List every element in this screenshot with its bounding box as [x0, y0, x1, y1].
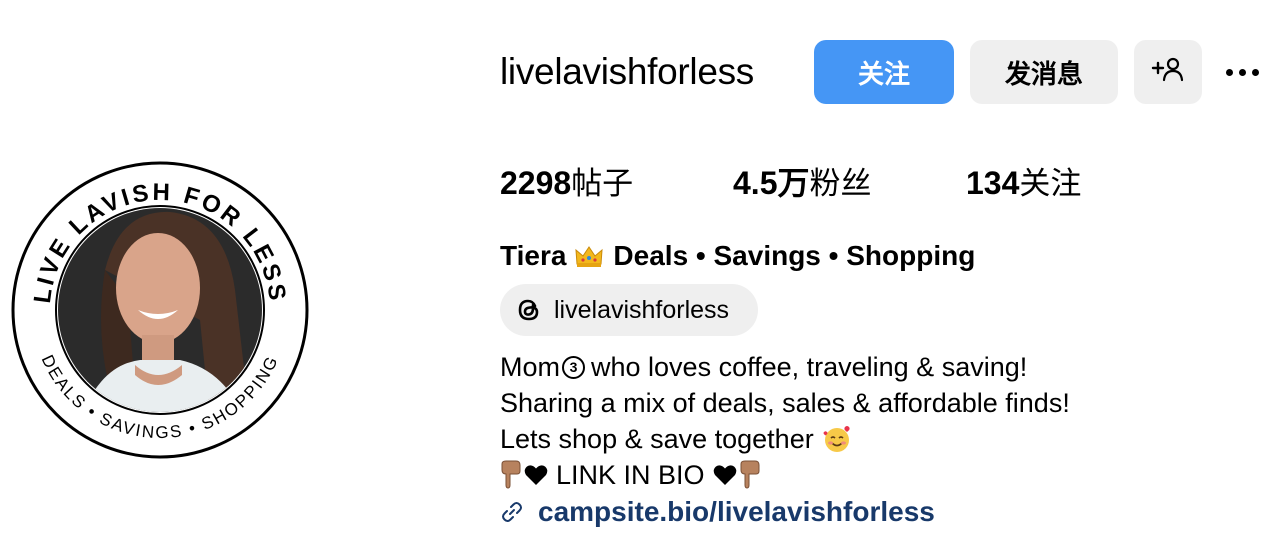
pointing-down-emoji-icon	[739, 460, 761, 490]
suggest-people-button[interactable]	[1134, 40, 1202, 104]
more-options-button[interactable]	[1226, 58, 1264, 86]
profile-page: LIVE LAVISH FOR LESS DEALS • SAVINGS • S…	[0, 0, 1264, 548]
bio-line-3: Lets shop & save together	[500, 421, 852, 457]
smiling-hearts-emoji-icon	[822, 424, 852, 454]
black-heart-icon	[524, 464, 548, 486]
threads-icon	[514, 295, 544, 325]
follow-button[interactable]: 关注	[814, 40, 954, 104]
stat-following[interactable]: 134 关注	[966, 158, 1081, 202]
more-dot	[1252, 68, 1259, 76]
stat-followers-value: 4.5万	[733, 165, 810, 201]
stat-following-value: 134	[966, 165, 1020, 201]
profile-full-name: Tiera Deals • Savings • Shopping	[500, 236, 975, 276]
person-add-icon	[1151, 56, 1185, 89]
profile-username: livelavishforless	[500, 51, 754, 92]
bio-line-4-text: LINK IN BIO	[556, 460, 705, 490]
pointing-down-emoji-icon	[500, 460, 522, 490]
stat-posts[interactable]: 2298 帖子	[500, 158, 633, 202]
crown-emoji-icon	[574, 244, 604, 268]
stat-following-label: 关注	[1019, 166, 1082, 201]
black-heart-icon	[713, 464, 737, 486]
bio-line-3-text: Lets shop & save together	[500, 424, 814, 454]
message-button[interactable]: 发消息	[970, 40, 1118, 104]
stat-posts-value: 2298	[500, 165, 572, 201]
stat-followers[interactable]: 4.5万 粉丝	[733, 158, 872, 202]
bio-line-2: Sharing a mix of deals, sales & affordab…	[500, 385, 1070, 421]
bio-line-4: LINK IN BIO	[500, 457, 761, 493]
external-link[interactable]: campsite.bio/livelavishforless	[500, 492, 935, 532]
more-dot	[1226, 68, 1233, 76]
avatar-image: LIVE LAVISH FOR LESS DEALS • SAVINGS • S…	[11, 161, 309, 459]
bio-line-1-prefix: Mom	[500, 352, 560, 382]
more-dot	[1239, 68, 1246, 76]
bio-link-text[interactable]: campsite.bio/livelavishforless	[538, 496, 935, 528]
threads-badge[interactable]: livelavishforless	[500, 284, 758, 336]
link-chain-icon	[500, 500, 524, 524]
name-tagline: Deals • Savings • Shopping	[613, 240, 976, 271]
profile-avatar[interactable]: LIVE LAVISH FOR LESS DEALS • SAVINGS • S…	[10, 160, 310, 460]
name-first: Tiera	[500, 240, 567, 271]
stat-followers-label: 粉丝	[809, 166, 872, 201]
threads-handle: livelavishforless	[554, 295, 730, 324]
stat-posts-label: 帖子	[571, 166, 634, 201]
bio-line-1-text: who loves coffee, traveling & saving!	[591, 352, 1028, 382]
circled-number: 3	[562, 355, 585, 379]
bio-line-1: Mom 3 who loves coffee, traveling & savi…	[500, 349, 1027, 385]
bio-line-2-text: Sharing a mix of deals, sales & affordab…	[500, 388, 1070, 418]
